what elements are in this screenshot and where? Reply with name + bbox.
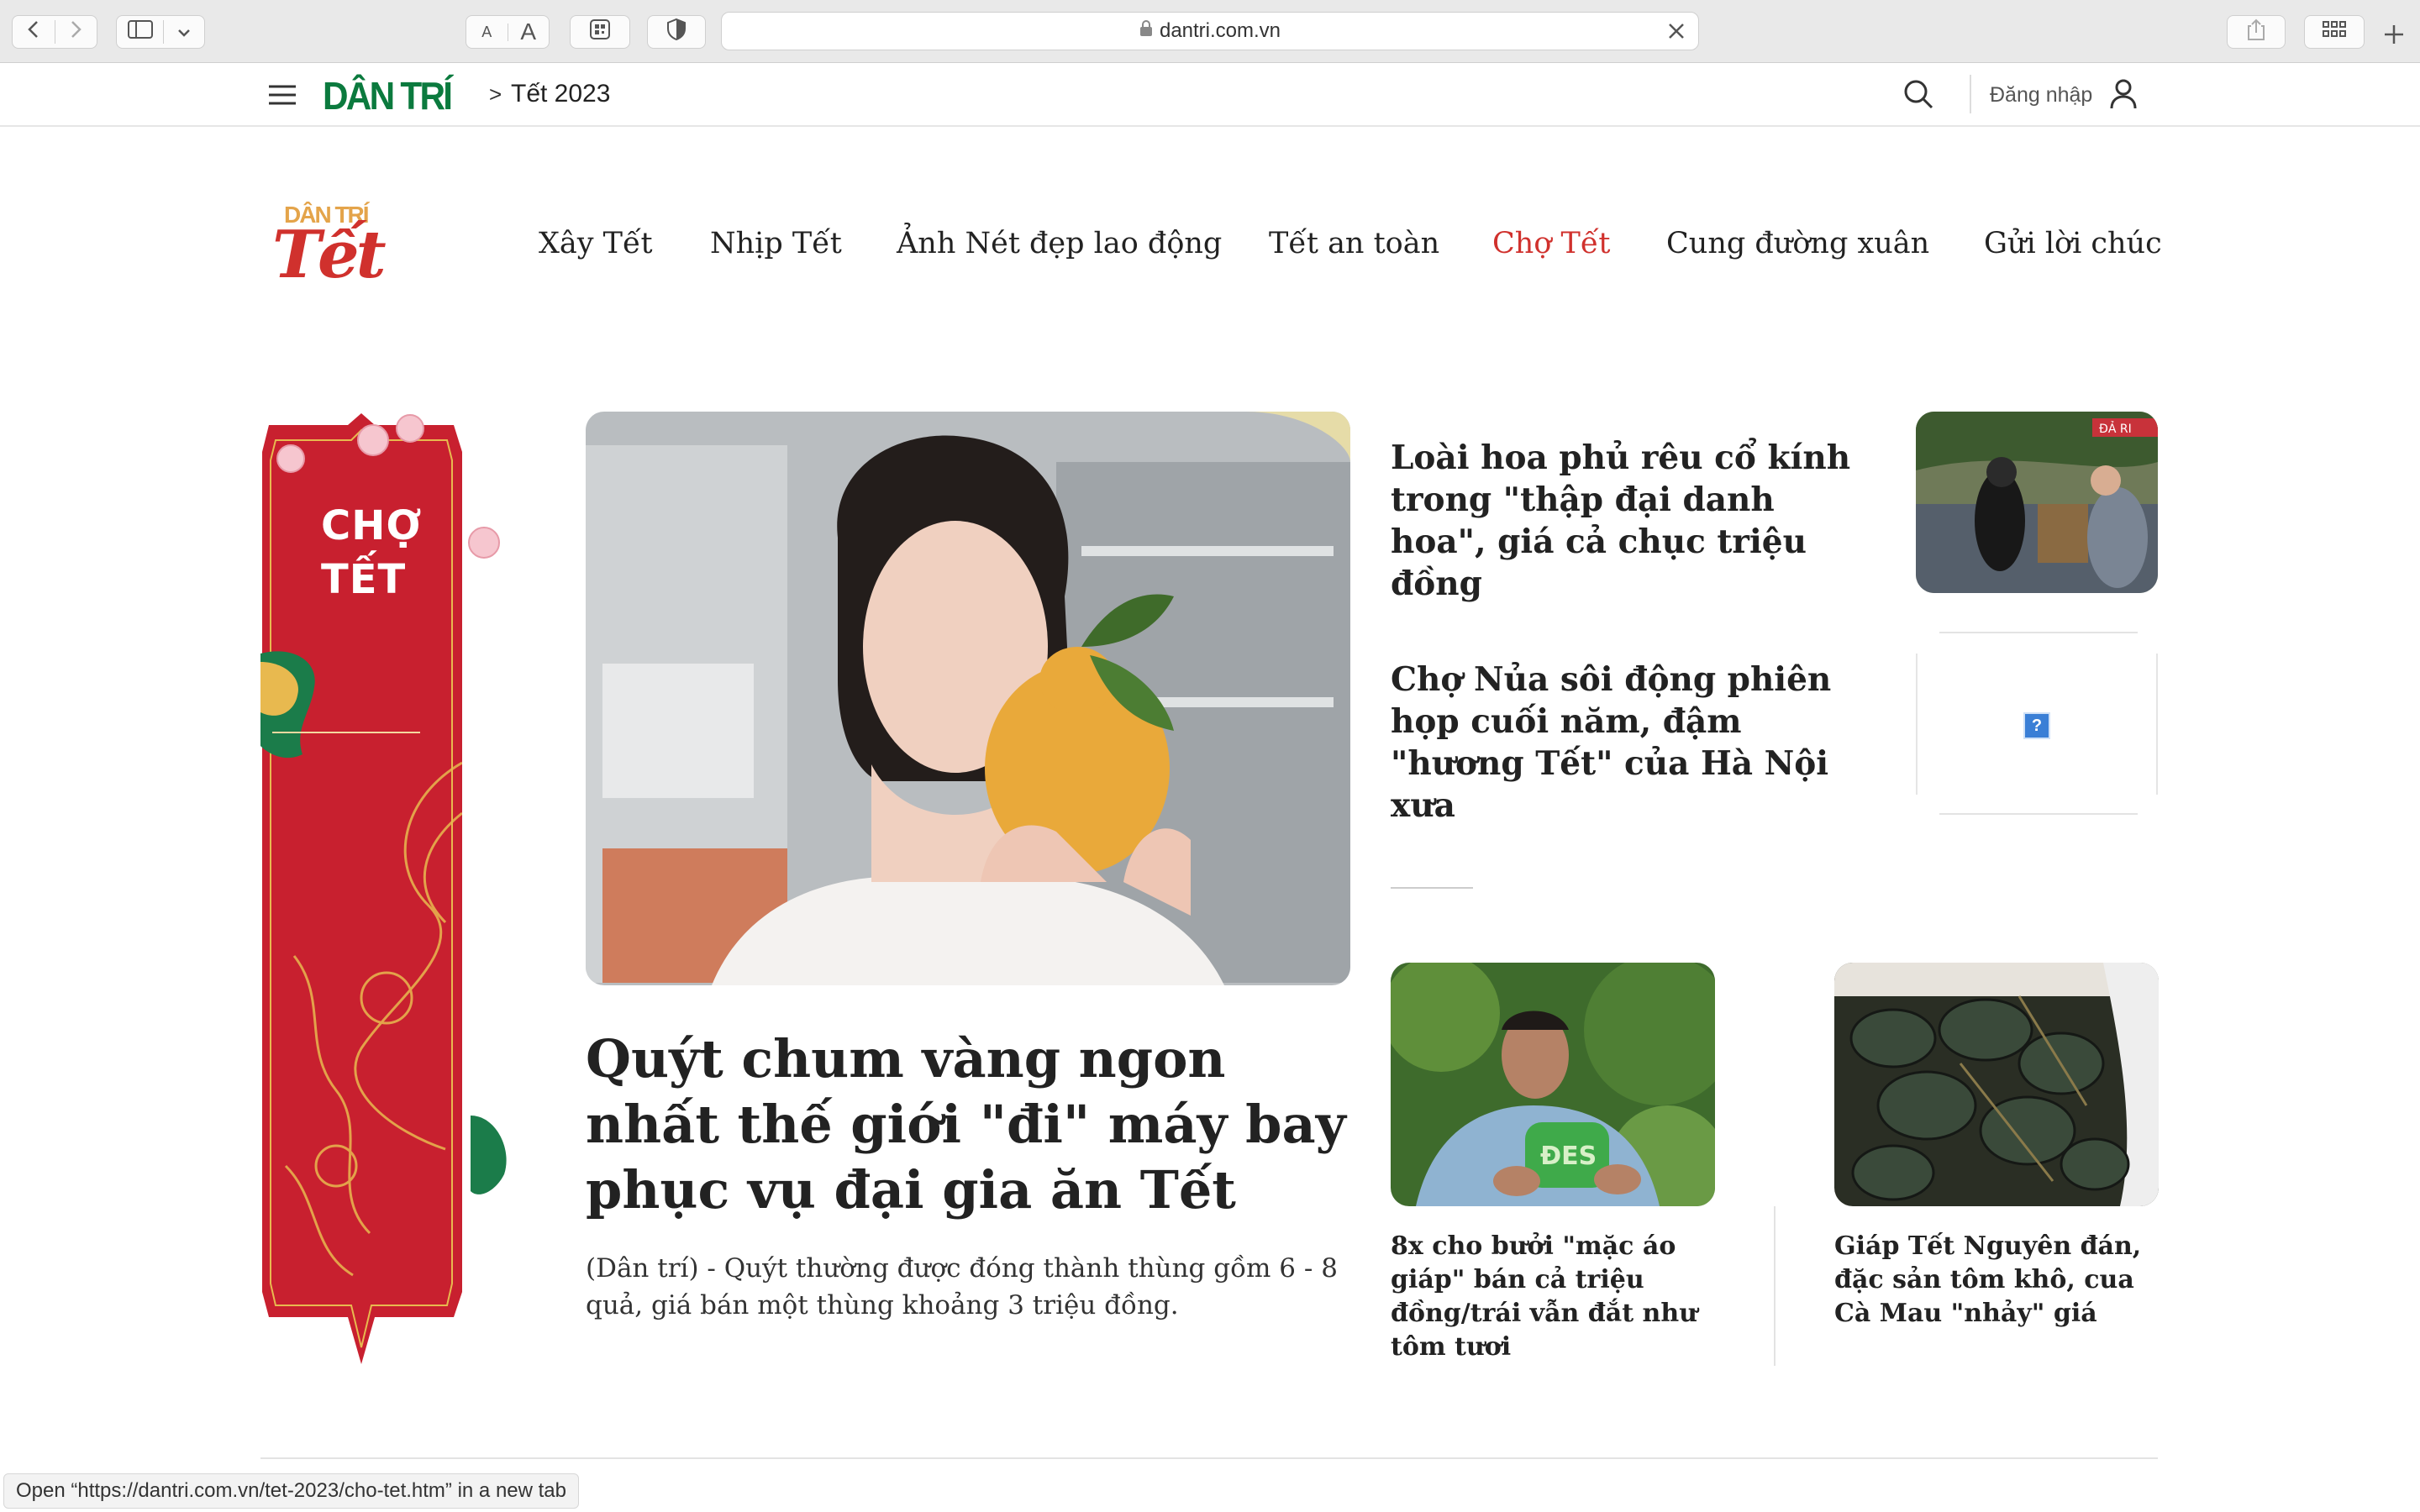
chevron-down-icon[interactable] [164, 21, 204, 43]
url-text: dantri.com.vn [1159, 19, 1281, 42]
bottom-story-1-title[interactable]: 8x cho bưởi "mặc áo giáp" bán cả triệu đ… [1391, 1230, 1715, 1364]
text-larger-button[interactable]: A [508, 18, 550, 45]
cho-tet-banner[interactable]: CHỢ TẾT [260, 410, 513, 1368]
banner-title-line1: CHỢ [321, 502, 423, 549]
sidebar-toggle-button[interactable] [116, 15, 205, 49]
forward-icon[interactable] [55, 20, 97, 44]
text-smaller-button[interactable]: A [466, 23, 508, 41]
back-forward-group [12, 15, 97, 49]
nav-xay-tet[interactable]: Xây Tết [539, 227, 653, 260]
bottom-story-2-title[interactable]: Giáp Tết Nguyên đán, đặc sản tôm khô, cu… [1834, 1230, 2159, 1331]
nav-tet-an-toan[interactable]: Tết an toàn [1269, 227, 1439, 260]
dantri-logo[interactable]: DÂN TRÍ [323, 73, 453, 118]
breadcrumb-separator: > [489, 81, 502, 107]
banner-title-line2: TẾT [321, 556, 407, 603]
header-divider [1970, 75, 1971, 113]
bottom-vertical-divider [1774, 1206, 1776, 1366]
reader-button[interactable] [570, 15, 630, 49]
nav-gui-loi-chuc[interactable]: Gửi lời chúc [1984, 227, 2162, 260]
hamburger-menu-icon[interactable] [267, 83, 297, 111]
status-bar: Open “https://dantri.com.vn/tet-2023/cho… [3, 1473, 579, 1509]
site-header: DÂN TRÍ > Tết 2023 Đăng nhập [0, 63, 2420, 127]
back-icon[interactable] [13, 20, 55, 44]
sidebar-icon [117, 20, 165, 44]
tet-logo-main: Tết [272, 217, 387, 293]
bottom-story-1-image[interactable]: ĐES [1391, 963, 1715, 1206]
login-link[interactable]: Đăng nhập [1990, 83, 2092, 108]
broken-image-icon: ? [2023, 712, 2050, 739]
grid-icon [2323, 21, 2346, 43]
side-story-1-image[interactable]: ĐẢ RI [1916, 412, 2158, 593]
banner-background [260, 413, 507, 1364]
side-divider-1 [1939, 632, 2138, 633]
close-icon[interactable] [1666, 21, 1686, 45]
privacy-button[interactable] [647, 15, 706, 49]
main-story-image[interactable] [586, 412, 1350, 985]
bag-text: ĐES [1540, 1142, 1597, 1171]
share-button[interactable] [2227, 15, 2286, 49]
breadcrumb[interactable]: Tết 2023 [511, 80, 610, 108]
share-icon [2246, 18, 2266, 46]
main-story-sapo: (Dân trí) - Quýt thường được đóng thành … [586, 1253, 1338, 1320]
browser-toolbar: A A dantri.com.vn [0, 0, 2420, 63]
nav-cho-tet[interactable]: Chợ Tết [1492, 227, 1610, 260]
green-pomelo-image: ĐES [1391, 963, 1715, 1206]
woman-with-citrus-image [586, 412, 1350, 985]
search-icon[interactable] [1902, 78, 1934, 114]
content-bottom-divider [260, 1457, 2158, 1459]
nav-anh-net-dep[interactable]: Ảnh Nét đẹp lao động [897, 227, 1222, 260]
nav-cung-duong-xuan[interactable]: Cung đường xuân [1666, 227, 1929, 260]
section-divider-short [1391, 887, 1473, 889]
lock-icon [1139, 19, 1153, 43]
side-divider-2 [1939, 813, 2138, 815]
bottom-story-2-image[interactable] [1834, 963, 2159, 1206]
side-story-2-title[interactable]: Chợ Nủa sôi động phiên họp cuối năm, đậm… [1391, 659, 1878, 827]
tet-logo[interactable]: DÂN TRÍ Tết [267, 198, 402, 293]
text-size-group: A A [466, 15, 550, 49]
new-tab-plus-icon[interactable] [2383, 24, 2405, 50]
side-story-2-image-placeholder[interactable]: ? [1916, 654, 2158, 795]
user-icon[interactable] [2109, 78, 2138, 114]
address-bar[interactable]: dantri.com.vn [721, 12, 1699, 50]
sign-text: ĐẢ RI [2099, 421, 2132, 436]
shield-icon [666, 18, 687, 46]
qr-icon [589, 18, 611, 45]
nav-nhip-tet[interactable]: Nhịp Tết [710, 227, 842, 260]
crabs-image [1834, 963, 2159, 1206]
side-story-1-title[interactable]: Loài hoa phủ rêu cổ kính trong "thập đại… [1391, 437, 1878, 605]
main-story-title[interactable]: Quýt chum vàng ngon nhất thế giới "đi" m… [586, 1026, 1350, 1223]
market-flowers-image: ĐẢ RI [1916, 412, 2158, 593]
tab-overview-button[interactable] [2304, 15, 2365, 49]
